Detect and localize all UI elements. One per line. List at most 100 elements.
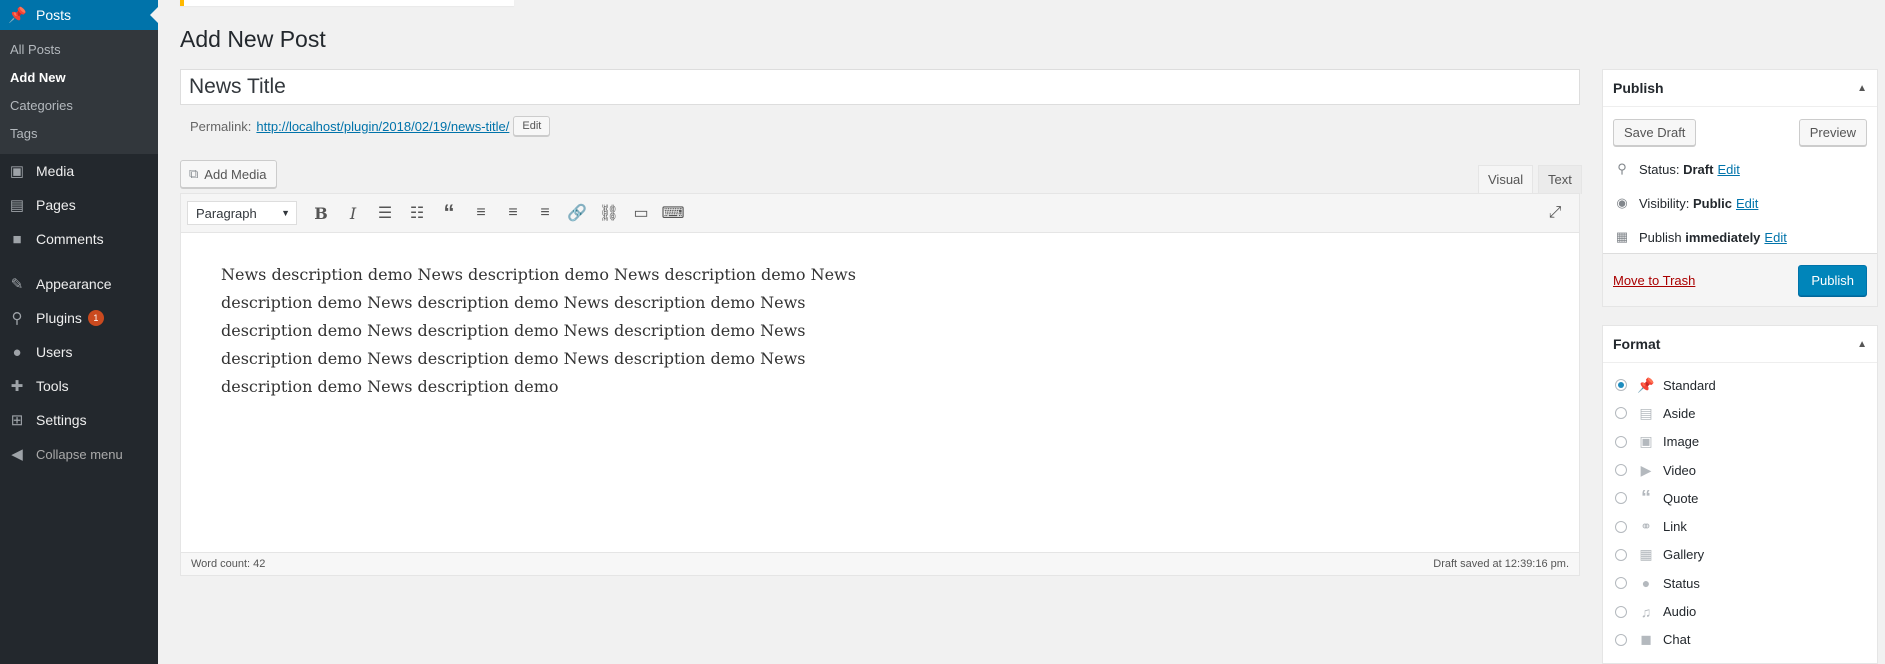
blockquote-icon: “ (443, 200, 455, 225)
format-option-label: Video (1663, 462, 1697, 478)
tab-visual[interactable]: Visual (1478, 165, 1534, 194)
submenu-add-new[interactable]: Add New (0, 64, 158, 92)
submenu-categories[interactable]: Categories (0, 92, 158, 120)
insert-link-button[interactable]: 🔗 (561, 198, 593, 228)
format-option-standard[interactable]: 📌 Standard (1603, 371, 1877, 399)
sidebar-item-posts[interactable]: 📌 Posts (0, 0, 158, 30)
editor-statusbar: Word count: 42 Draft saved at 12:39:16 p… (181, 552, 1579, 575)
collapse-arrow-icon[interactable]: ▲ (1857, 83, 1867, 94)
format-option-quote[interactable]: “ Quote (1603, 484, 1877, 512)
collapse-menu-label: Collapse menu (36, 446, 123, 462)
format-option-video[interactable]: ▶ Video (1603, 456, 1877, 484)
permalink-link[interactable]: http://localhost/plugin/2018/02/19/news-… (256, 119, 509, 134)
visibility-label: Visibility: (1639, 195, 1690, 211)
sidebar-item-settings[interactable]: ⊞ Settings (0, 403, 158, 437)
permalink-label: Permalink: (190, 118, 252, 134)
permalink-edit-button[interactable]: Edit (513, 116, 551, 136)
submenu-all-posts[interactable]: All Posts (0, 36, 158, 64)
format-radio[interactable] (1615, 407, 1627, 420)
format-radio[interactable] (1615, 435, 1627, 448)
visibility-edit-link[interactable]: Edit (1736, 196, 1758, 211)
editor-toolbar: Paragraph ▼ B I ☰ ☷ “ ≡ ≡ ≡ 🔗 ⛓ ▭ ⌨ ⤢ (181, 194, 1579, 233)
visibility-value: Public (1692, 195, 1732, 211)
format-option-label: Standard (1663, 377, 1716, 393)
schedule-label: Publish (1639, 229, 1682, 245)
fullscreen-icon: ⤢ (1548, 204, 1562, 221)
format-radio[interactable] (1615, 633, 1627, 646)
format-option-aside[interactable]: ▤ Aside (1603, 399, 1877, 427)
numbered-list-button[interactable]: ☷ (401, 198, 433, 228)
format-option-label: Aside (1663, 405, 1696, 421)
align-center-button[interactable]: ≡ (497, 198, 529, 228)
format-select[interactable]: Paragraph ▼ (187, 201, 297, 225)
status-icon: ● (1641, 575, 1651, 592)
format-option-label: Quote (1663, 490, 1699, 506)
sidebar-item-label: Comments (36, 231, 104, 247)
permalink-row: Permalink: http://localhost/plugin/2018/… (190, 116, 551, 136)
format-option-link[interactable]: ⚭ Link (1603, 512, 1877, 540)
sidebar-item-tools[interactable]: ✚ Tools (0, 369, 158, 403)
tab-text[interactable]: Text (1538, 165, 1582, 194)
collapse-arrow-icon[interactable]: ▲ (1857, 339, 1867, 350)
format-option-label: Status (1663, 575, 1700, 591)
format-option-image[interactable]: ▣ Image (1603, 428, 1877, 456)
format-option-gallery[interactable]: ▦ Gallery (1603, 541, 1877, 569)
sidebar-item-pages[interactable]: ▤ Pages (0, 188, 158, 222)
format-radio[interactable] (1615, 577, 1627, 590)
sidebar-item-label: Settings (36, 412, 87, 428)
format-radio[interactable] (1615, 520, 1627, 533)
publish-box: Publish ▲ Save Draft Preview ⚲ Status: D… (1602, 69, 1878, 307)
sidebar-item-comments[interactable]: ■ Comments (0, 222, 158, 256)
sidebar-item-media[interactable]: ▣ Media (0, 154, 158, 188)
plugins-update-badge: 1 (87, 310, 104, 326)
format-option-audio[interactable]: ♫ Audio (1603, 597, 1877, 625)
keyboard-icon: ⌨ (661, 205, 685, 222)
align-right-button[interactable]: ≡ (529, 198, 561, 228)
format-radio[interactable] (1615, 464, 1627, 477)
format-radio[interactable] (1615, 379, 1627, 392)
submenu-tags[interactable]: Tags (0, 120, 158, 148)
sidebar-item-users[interactable]: ● Users (0, 335, 158, 369)
format-option-label: Audio (1663, 604, 1697, 620)
add-media-button[interactable]: ⧉ Add Media (180, 160, 278, 188)
toolbar-toggle-button[interactable]: ⌨ (657, 198, 689, 228)
sidebar-item-appearance[interactable]: ✎ Appearance (0, 267, 158, 301)
bold-button[interactable]: B (305, 198, 337, 228)
format-radio[interactable] (1615, 492, 1627, 505)
preview-button[interactable]: Preview (1798, 119, 1867, 146)
sidebar-item-label: Pages (36, 197, 76, 213)
save-draft-button[interactable]: Save Draft (1613, 119, 1697, 146)
bold-icon: B (314, 203, 328, 223)
format-option-status[interactable]: ● Status (1603, 569, 1877, 597)
post-title-input[interactable] (180, 69, 1580, 105)
publish-button[interactable]: Publish (1798, 264, 1867, 296)
align-left-button[interactable]: ≡ (465, 198, 497, 228)
sidebar-item-label: Appearance (36, 276, 112, 292)
status-edit-link[interactable]: Edit (1717, 162, 1739, 177)
page-title: Add New Post (180, 26, 326, 52)
format-option-chat[interactable]: ◼ Chat (1603, 626, 1877, 654)
read-more-button[interactable]: ▭ (625, 198, 657, 228)
remove-link-button[interactable]: ⛓ (593, 198, 625, 228)
fullscreen-button[interactable]: ⤢ (1539, 198, 1571, 228)
format-radio[interactable] (1615, 605, 1627, 618)
format-option-label: Image (1663, 434, 1700, 450)
format-option-label: Gallery (1663, 547, 1705, 563)
schedule-value: immediately (1685, 229, 1761, 245)
format-radio[interactable] (1615, 548, 1627, 561)
read-more-icon: ▭ (633, 205, 649, 222)
publish-box-title: Publish (1613, 80, 1664, 96)
sidebar-item-plugins[interactable]: ⚲ Plugins 1 (0, 301, 158, 335)
format-option-label: Link (1663, 519, 1687, 535)
publish-misc: ⚲ Status: Draft Edit ◉ Visibility: Publi… (1603, 152, 1877, 254)
unlink-icon: ⛓ (598, 205, 620, 222)
publish-box-header[interactable]: Publish ▲ (1603, 70, 1877, 107)
move-to-trash-link[interactable]: Move to Trash (1613, 273, 1695, 288)
italic-button[interactable]: I (337, 198, 369, 228)
blockquote-button[interactable]: “ (433, 198, 465, 228)
editor-content[interactable]: News description demo News description d… (181, 233, 921, 401)
format-box-header[interactable]: Format ▲ (1603, 326, 1877, 363)
collapse-menu-button[interactable]: ◀ Collapse menu (0, 437, 158, 471)
schedule-edit-link[interactable]: Edit (1764, 230, 1786, 245)
bulleted-list-button[interactable]: ☰ (369, 198, 401, 228)
